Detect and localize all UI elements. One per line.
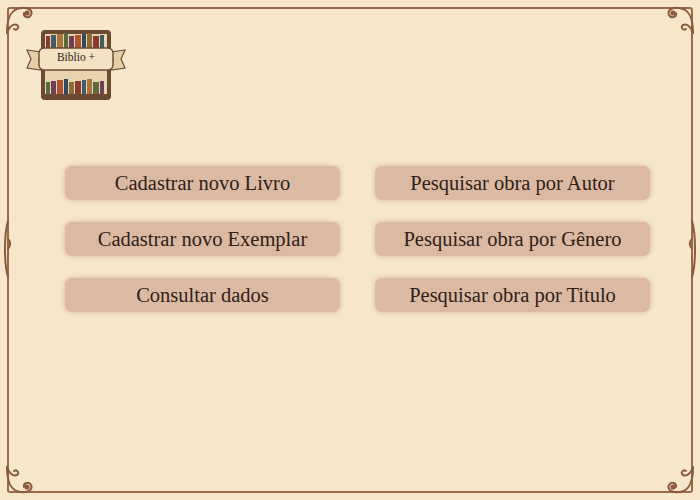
side-ornament-icon [2, 219, 12, 279]
corner-ornament-icon [663, 3, 697, 37]
ornamental-frame: Biblio + Cadastrar novo LivroCadastrar n… [7, 7, 693, 493]
side-ornament-icon [688, 219, 698, 279]
menu-button[interactable]: Pesquisar obra por Gênero [375, 222, 650, 256]
menu-button[interactable]: Cadastrar novo Livro [65, 166, 340, 200]
page: Biblio + Cadastrar novo LivroCadastrar n… [0, 0, 700, 500]
corner-ornament-icon [663, 463, 697, 497]
menu-column: Cadastrar novo Livro Cadastrar novo Exemp… [65, 166, 340, 312]
logo: Biblio + [25, 28, 127, 102]
menu-button[interactable]: Pesquisar obra por Titulo [375, 278, 650, 312]
menu-button[interactable]: Consultar dados [65, 278, 340, 312]
menu-button[interactable]: Pesquisar obra por Autor [375, 166, 650, 200]
menu-button[interactable]: Cadastrar novo Exemplar [65, 222, 340, 256]
corner-ornament-icon [3, 463, 37, 497]
menu: Cadastrar novo Livro Cadastrar novo Exemp… [25, 102, 691, 312]
corner-ornament-icon [3, 3, 37, 37]
bookshelf-icon [25, 28, 127, 102]
menu-column: Pesquisar obra por Autor Pesquisar obra p… [375, 166, 650, 312]
logo-text: Biblio + [45, 50, 107, 64]
